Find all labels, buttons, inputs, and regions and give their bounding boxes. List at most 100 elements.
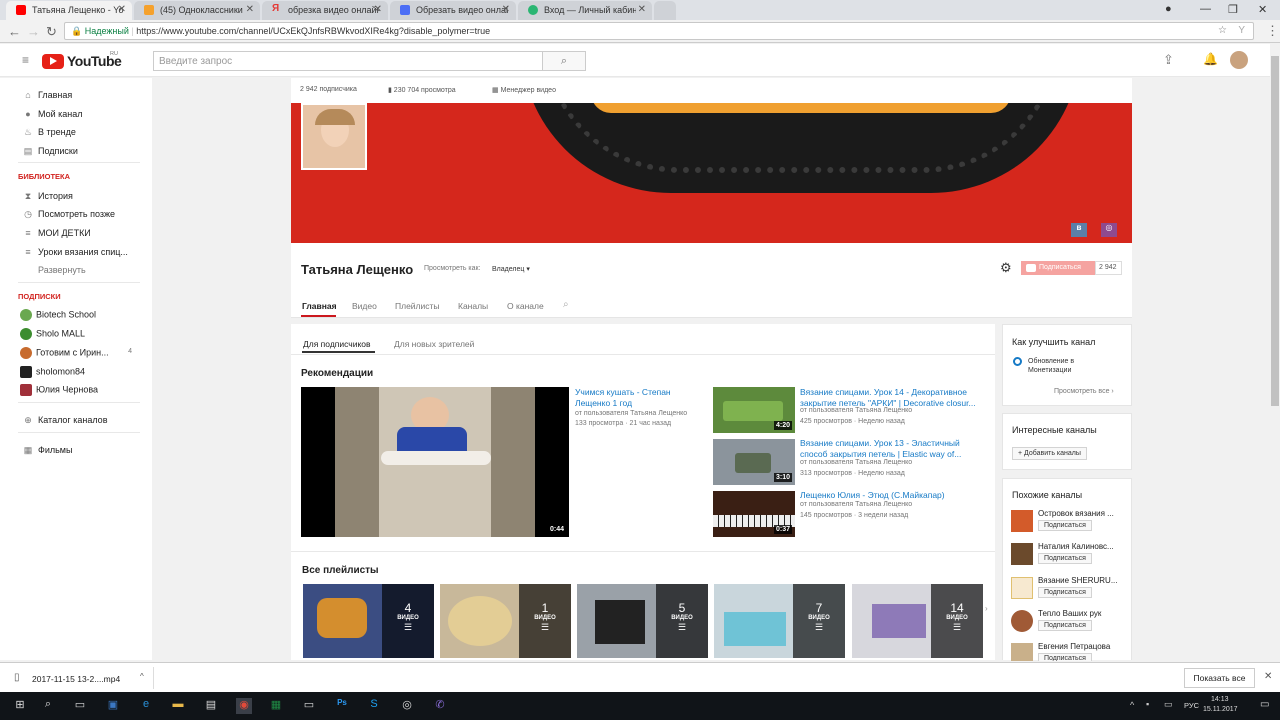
view-as-dropdown[interactable]: Владелец ▾ xyxy=(492,265,530,273)
notification-center-icon[interactable]: ▭ xyxy=(1260,699,1269,710)
video-title[interactable]: Вязание спицами. Урок 14 - Декоративное … xyxy=(800,387,985,409)
subscribe-button[interactable]: Подписаться xyxy=(1038,553,1092,564)
upload-icon[interactable]: ⇪ xyxy=(1163,52,1174,68)
improve-item[interactable]: Обновление в Монетизации xyxy=(1028,357,1108,375)
tray-chevron-icon[interactable]: ^ xyxy=(1130,700,1134,710)
photoshop-app-icon[interactable]: Ps xyxy=(334,698,350,714)
sidebar-item-films[interactable]: ▦ Фильмы xyxy=(22,445,73,456)
close-tab-icon[interactable]: ✕ xyxy=(374,4,382,15)
browser-tab[interactable]: Я обрезка видео онлайн - ✕ xyxy=(262,1,388,20)
subscribe-button[interactable]: Подписаться xyxy=(1021,261,1095,275)
playlist-thumbnail[interactable]: 14 ВИДЕО ☰ xyxy=(852,584,983,658)
sidebar-item-trending[interactable]: ♨ В тренде xyxy=(22,127,76,138)
radio-circle-icon[interactable] xyxy=(1013,357,1022,366)
language-indicator[interactable]: РУС xyxy=(1184,701,1199,710)
avatar[interactable] xyxy=(1230,51,1248,69)
chrome-app-icon[interactable]: ◉ xyxy=(236,698,252,714)
channel-avatar[interactable] xyxy=(1011,577,1033,599)
battery-icon[interactable]: ▭ xyxy=(1164,699,1173,710)
yandex-icon[interactable]: Y xyxy=(1238,25,1245,36)
tray-icon[interactable]: ▪ xyxy=(1146,699,1149,709)
close-tab-icon[interactable]: ✕ xyxy=(502,4,510,15)
sidebar-item-history[interactable]: ⧗ История xyxy=(22,191,73,202)
tab-about[interactable]: О канале xyxy=(507,301,544,311)
featured-video-thumbnail[interactable]: 0:44 xyxy=(301,387,569,537)
back-icon[interactable]: ← xyxy=(8,24,21,39)
search-icon[interactable]: ⌕ xyxy=(40,698,56,714)
sidebar-sub-item[interactable]: Готовим с Ирин... 4 xyxy=(20,347,132,359)
browser-tab[interactable]: Вход — Личный кабине ✕ xyxy=(518,1,652,20)
sidebar-item-playlist[interactable]: ≡ Уроки вязания спиц... xyxy=(22,247,128,257)
close-tab-icon[interactable]: ✕ xyxy=(638,4,646,15)
scrollbar[interactable] xyxy=(1270,44,1280,660)
browser-tab[interactable]: (45) Одноклассники ✕ xyxy=(134,1,260,20)
channel-avatar[interactable] xyxy=(1011,510,1033,532)
store-app-icon[interactable]: ▤ xyxy=(203,698,219,714)
window-close-icon[interactable]: ✕ xyxy=(1258,3,1267,16)
excel-app-icon[interactable]: ▦ xyxy=(268,698,284,714)
instagram-icon[interactable]: ◎ xyxy=(1101,223,1117,237)
tab-channels[interactable]: Каналы xyxy=(458,301,488,311)
bookmark-star-icon[interactable]: ☆ xyxy=(1218,25,1227,36)
download-item[interactable]: ▯ 2017-11-15 13-2....mp4 ^ xyxy=(8,667,154,689)
video-thumbnail[interactable]: 0:37 xyxy=(713,491,795,537)
vk-icon[interactable]: в xyxy=(1071,223,1087,237)
playlist-thumbnail[interactable]: 7 ВИДЕО ☰ xyxy=(714,584,845,658)
terminal-app-icon[interactable]: ▭ xyxy=(301,698,317,714)
subtab-new-viewers[interactable]: Для новых зрителей xyxy=(394,339,474,349)
app-icon[interactable]: ◎ xyxy=(399,698,415,714)
sidebar-item-subscriptions[interactable]: ▤ Подписки xyxy=(22,146,78,157)
chevron-up-icon[interactable]: ^ xyxy=(140,672,144,681)
maximize-icon[interactable]: ❐ xyxy=(1228,3,1238,16)
subscribe-button[interactable]: Подписаться xyxy=(1038,520,1092,531)
subscribe-button[interactable]: Подписаться xyxy=(1038,653,1092,661)
sidebar-item-watch-later[interactable]: ◷ Посмотреть позже xyxy=(22,209,115,220)
sidebar-sub-item[interactable]: Юлия Чернова xyxy=(20,384,98,396)
notifications-bell-icon[interactable]: 🔔 xyxy=(1203,52,1218,66)
close-tab-icon[interactable]: ✕ xyxy=(246,4,254,15)
sidebar-item-catalog[interactable]: ⊕ Каталог каналов xyxy=(22,415,107,426)
tab-videos[interactable]: Видео xyxy=(352,301,377,311)
playlist-thumbnail[interactable]: 1 ВИДЕО ☰ xyxy=(440,584,571,658)
new-tab-button[interactable] xyxy=(654,1,676,20)
edge-app-icon[interactable]: e xyxy=(138,698,154,714)
sidebar-expand-link[interactable]: Развернуть xyxy=(38,265,86,275)
sidebar-sub-item[interactable]: Sholo MALL xyxy=(20,328,85,340)
video-title[interactable]: Лещенко Юлия - Этюд (С.Майкапар) xyxy=(800,490,985,501)
close-download-bar-icon[interactable]: ✕ xyxy=(1264,671,1272,682)
word-app-icon[interactable]: ▣ xyxy=(105,698,121,714)
minimize-icon[interactable]: — xyxy=(1200,3,1211,15)
windows-start-icon[interactable]: ⊞ xyxy=(12,698,28,714)
menu-dots-icon[interactable]: ⋮ xyxy=(1266,23,1279,39)
featured-video-title[interactable]: Учимся кушать - Степан Лещенко 1 год xyxy=(575,387,695,409)
playlist-thumbnail[interactable]: 5 ВИДЕО ☰ xyxy=(577,584,708,658)
task-view-icon[interactable]: ▭ xyxy=(72,698,88,714)
video-thumbnail[interactable]: 4:20 xyxy=(713,387,795,433)
close-tab-icon[interactable]: ✕ xyxy=(118,4,126,15)
channel-avatar[interactable] xyxy=(1011,643,1033,661)
channel-avatar[interactable] xyxy=(1011,543,1033,565)
video-manager-link[interactable]: ▦ Менеджер видео xyxy=(492,86,556,94)
sidebar-sub-item[interactable]: Biotech School xyxy=(20,309,96,321)
forward-icon[interactable]: → xyxy=(27,24,40,39)
tab-home[interactable]: Главная xyxy=(302,301,337,311)
sidebar-item-home[interactable]: ⌂ Главная xyxy=(22,90,72,100)
channel-avatar[interactable] xyxy=(1011,610,1033,632)
sidebar-sub-item[interactable]: sholomon84 xyxy=(20,366,85,378)
profile-icon[interactable]: ● xyxy=(1165,3,1172,15)
clock-time[interactable]: 14:13 xyxy=(1211,696,1229,703)
channel-search-icon[interactable]: ⌕ xyxy=(563,299,569,310)
viber-app-icon[interactable]: ✆ xyxy=(432,698,448,714)
tab-playlists[interactable]: Плейлисты xyxy=(395,301,440,311)
chevron-right-icon[interactable]: › xyxy=(985,604,988,613)
playlist-thumbnail[interactable]: 4 ВИДЕО ☰ xyxy=(303,584,434,658)
hamburger-menu-icon[interactable]: ≡ xyxy=(22,53,29,67)
gear-icon[interactable]: ⚙ xyxy=(1000,260,1012,276)
skype-app-icon[interactable]: S xyxy=(366,698,382,714)
reload-icon[interactable]: ↻ xyxy=(46,24,57,40)
clock-date[interactable]: 15.11.2017 xyxy=(1203,706,1238,713)
explorer-app-icon[interactable]: ▬ xyxy=(170,698,186,714)
browser-tab[interactable]: Обрезать видео онлайн ✕ xyxy=(390,1,516,20)
browser-tab[interactable]: Татьяна Лещенко - YouT ✕ xyxy=(6,1,132,20)
subscribe-button[interactable]: Подписаться xyxy=(1038,587,1092,598)
